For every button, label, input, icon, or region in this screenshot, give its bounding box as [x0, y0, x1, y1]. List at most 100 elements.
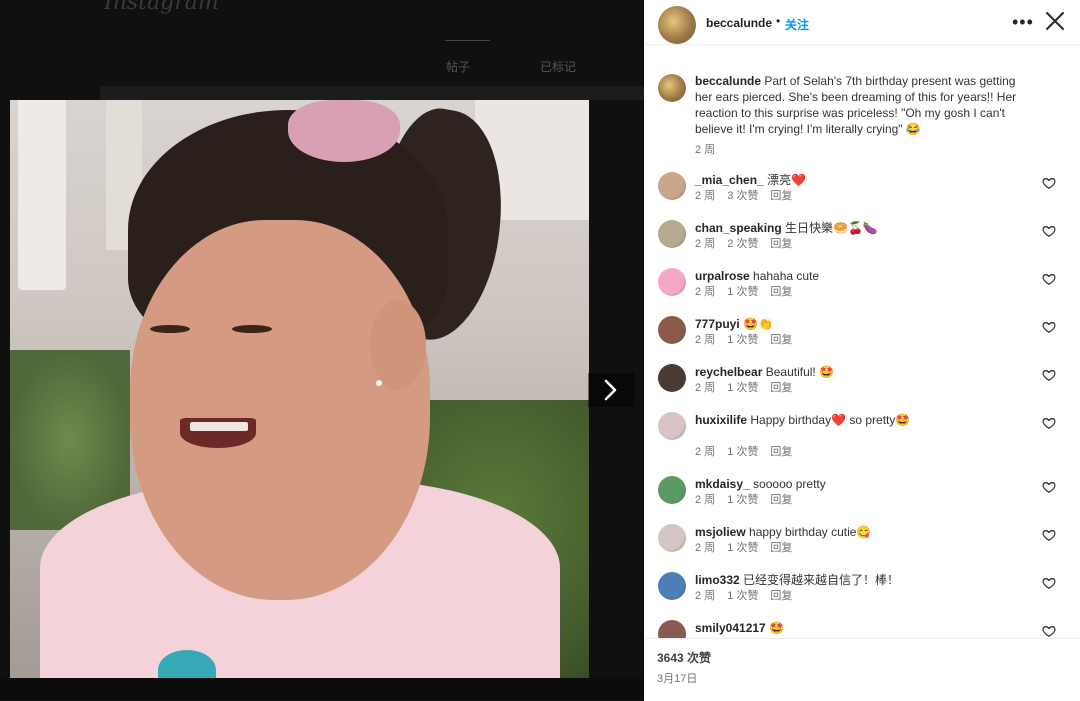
comment-text: 生日快樂🥯🍒🍆	[785, 221, 878, 235]
tab-tagged: 已标记	[540, 60, 577, 74]
author-avatar[interactable]	[658, 6, 696, 44]
comment-like-count[interactable]: 3 次赞	[727, 190, 758, 202]
background-grid-bottom	[0, 678, 644, 700]
commenter-avatar[interactable]	[658, 572, 686, 600]
comment-body: reychelbear Beautiful! 🤩	[695, 364, 1025, 380]
reply-button[interactable]: 回复	[770, 446, 792, 458]
more-options-button[interactable]: •••	[1012, 12, 1034, 33]
heart-icon[interactable]	[1042, 272, 1056, 286]
comment-timestamp: 2 周	[695, 590, 716, 602]
heart-icon[interactable]	[1042, 576, 1056, 590]
commenter-username[interactable]: chan_speaking	[695, 221, 782, 235]
next-post-button[interactable]	[588, 373, 634, 407]
comment-timestamp: 2 周	[695, 446, 716, 458]
commenter-avatar[interactable]	[658, 620, 686, 638]
comment-body: huxixilife Happy birthday❤️ so pretty🤩	[695, 412, 1025, 428]
comment-meta: 2 周 1 次赞 回复	[695, 491, 804, 507]
heart-icon[interactable]	[1042, 624, 1056, 638]
commenter-username[interactable]: _mia_chen_	[695, 173, 764, 187]
comment-meta: 2 周 3 次赞 回复	[695, 187, 804, 203]
reply-button[interactable]: 回复	[770, 382, 792, 394]
comment-body: urpalrose hahaha cute	[695, 268, 1025, 284]
comment-meta: 2 周 1 次赞 回复	[695, 443, 804, 459]
caption-timestamp: 2 周	[695, 144, 716, 156]
commenter-avatar[interactable]	[658, 172, 686, 200]
heart-icon[interactable]	[1042, 528, 1056, 542]
comment-row: huxixilife Happy birthday❤️ so pretty🤩 2 …	[644, 406, 1080, 458]
comment-like-count[interactable]: 1 次赞	[727, 590, 758, 602]
commenter-username[interactable]: 777puyi	[695, 317, 740, 331]
comment-meta: 2 周 1 次赞 回复	[695, 379, 804, 395]
comment-meta: 2 周 1 次赞 回复	[695, 587, 804, 603]
background-grid-strip	[100, 86, 644, 100]
comment-like-count[interactable]: 1 次赞	[727, 334, 758, 346]
close-icon	[1046, 12, 1064, 30]
caption-avatar[interactable]	[658, 74, 686, 102]
comment-row: 777puyi 🤩👏 2 周 1 次赞 回复	[644, 310, 1080, 358]
comment-timestamp: 2 周	[695, 286, 716, 298]
heart-icon[interactable]	[1042, 176, 1056, 190]
commenter-username[interactable]: huxixilife	[695, 413, 747, 427]
comment-like-count[interactable]: 1 次赞	[727, 286, 758, 298]
comment-row: mkdaisy_ sooooo pretty 2 周 1 次赞 回复	[644, 470, 1080, 518]
commenter-username[interactable]: mkdaisy_	[695, 477, 750, 491]
post-header: beccalunde • 关注 •••	[644, 0, 1080, 45]
comment-text: 🤩	[769, 621, 785, 635]
comment-body: msjoliew happy birthday cutie😋	[695, 524, 1025, 540]
reply-button[interactable]: 回复	[770, 238, 792, 250]
more-horizontal-icon: •••	[1012, 12, 1034, 32]
comment-like-count[interactable]: 1 次赞	[727, 494, 758, 506]
comment-body: mkdaisy_ sooooo pretty	[695, 476, 1025, 492]
post-date: 3月17日	[657, 673, 698, 685]
comment-like-count[interactable]: 1 次赞	[727, 446, 758, 458]
comment-meta: 2 周 1 次赞 回复	[695, 539, 804, 555]
heart-icon[interactable]	[1042, 480, 1056, 494]
comment-like-count[interactable]: 2 次赞	[727, 238, 758, 250]
commenter-username[interactable]: smily041217	[695, 621, 766, 635]
commenter-username[interactable]: urpalrose	[695, 269, 750, 283]
comment-row: _mia_chen_ 漂亮❤️ 2 周 3 次赞 回复	[644, 166, 1080, 214]
reply-button[interactable]: 回复	[770, 542, 792, 554]
like-count[interactable]: 3643 次赞	[657, 649, 711, 666]
heart-icon[interactable]	[1042, 416, 1056, 430]
comment-row: reychelbear Beautiful! 🤩 2 周 1 次赞 回复	[644, 358, 1080, 406]
commenter-avatar[interactable]	[658, 412, 686, 440]
comment-like-count[interactable]: 1 次赞	[727, 542, 758, 554]
commenter-avatar[interactable]	[658, 316, 686, 344]
commenter-avatar[interactable]	[658, 268, 686, 296]
heart-icon[interactable]	[1042, 320, 1056, 334]
commenter-username[interactable]: reychelbear	[695, 365, 762, 379]
tab-posts: 帖子	[446, 60, 471, 74]
instagram-logo: Instagram	[104, 0, 219, 15]
commenter-username[interactable]: msjoliew	[695, 525, 746, 539]
comment-text: happy birthday cutie😋	[749, 525, 872, 539]
comment-row: urpalrose hahaha cute 2 周 1 次赞 回复	[644, 262, 1080, 310]
comments-list[interactable]: beccalunde Part of Selah's 7th birthday …	[644, 45, 1080, 638]
reply-button[interactable]: 回复	[770, 494, 792, 506]
comment-text: 已经变得越来越自信了！棒！	[743, 573, 900, 587]
comment-meta: 2 周 1 次赞 回复	[695, 331, 804, 347]
comment-row: smily041217 🤩	[644, 614, 1080, 638]
heart-icon[interactable]	[1042, 224, 1056, 238]
comment-like-count[interactable]: 1 次赞	[727, 382, 758, 394]
caption-username[interactable]: beccalunde	[695, 74, 761, 88]
comment-body: limo332 已经变得越来越自信了！棒！	[695, 572, 1025, 588]
commenter-username[interactable]: limo332	[695, 573, 740, 587]
post-image[interactable]	[10, 100, 589, 678]
heart-icon[interactable]	[1042, 368, 1056, 382]
reply-button[interactable]: 回复	[770, 590, 792, 602]
author-username[interactable]: beccalunde	[706, 16, 772, 30]
reply-button[interactable]: 回复	[770, 286, 792, 298]
close-button[interactable]	[1044, 10, 1066, 32]
commenter-avatar[interactable]	[658, 524, 686, 552]
comment-timestamp: 2 周	[695, 238, 716, 250]
reply-button[interactable]: 回复	[770, 334, 792, 346]
comment-body: chan_speaking 生日快樂🥯🍒🍆	[695, 220, 1025, 236]
comment-timestamp: 2 周	[695, 382, 716, 394]
comment-body: smily041217 🤩	[695, 620, 1025, 636]
reply-button[interactable]: 回复	[770, 190, 792, 202]
follow-button[interactable]: 关注	[785, 16, 809, 33]
commenter-avatar[interactable]	[658, 364, 686, 392]
commenter-avatar[interactable]	[658, 220, 686, 248]
commenter-avatar[interactable]	[658, 476, 686, 504]
